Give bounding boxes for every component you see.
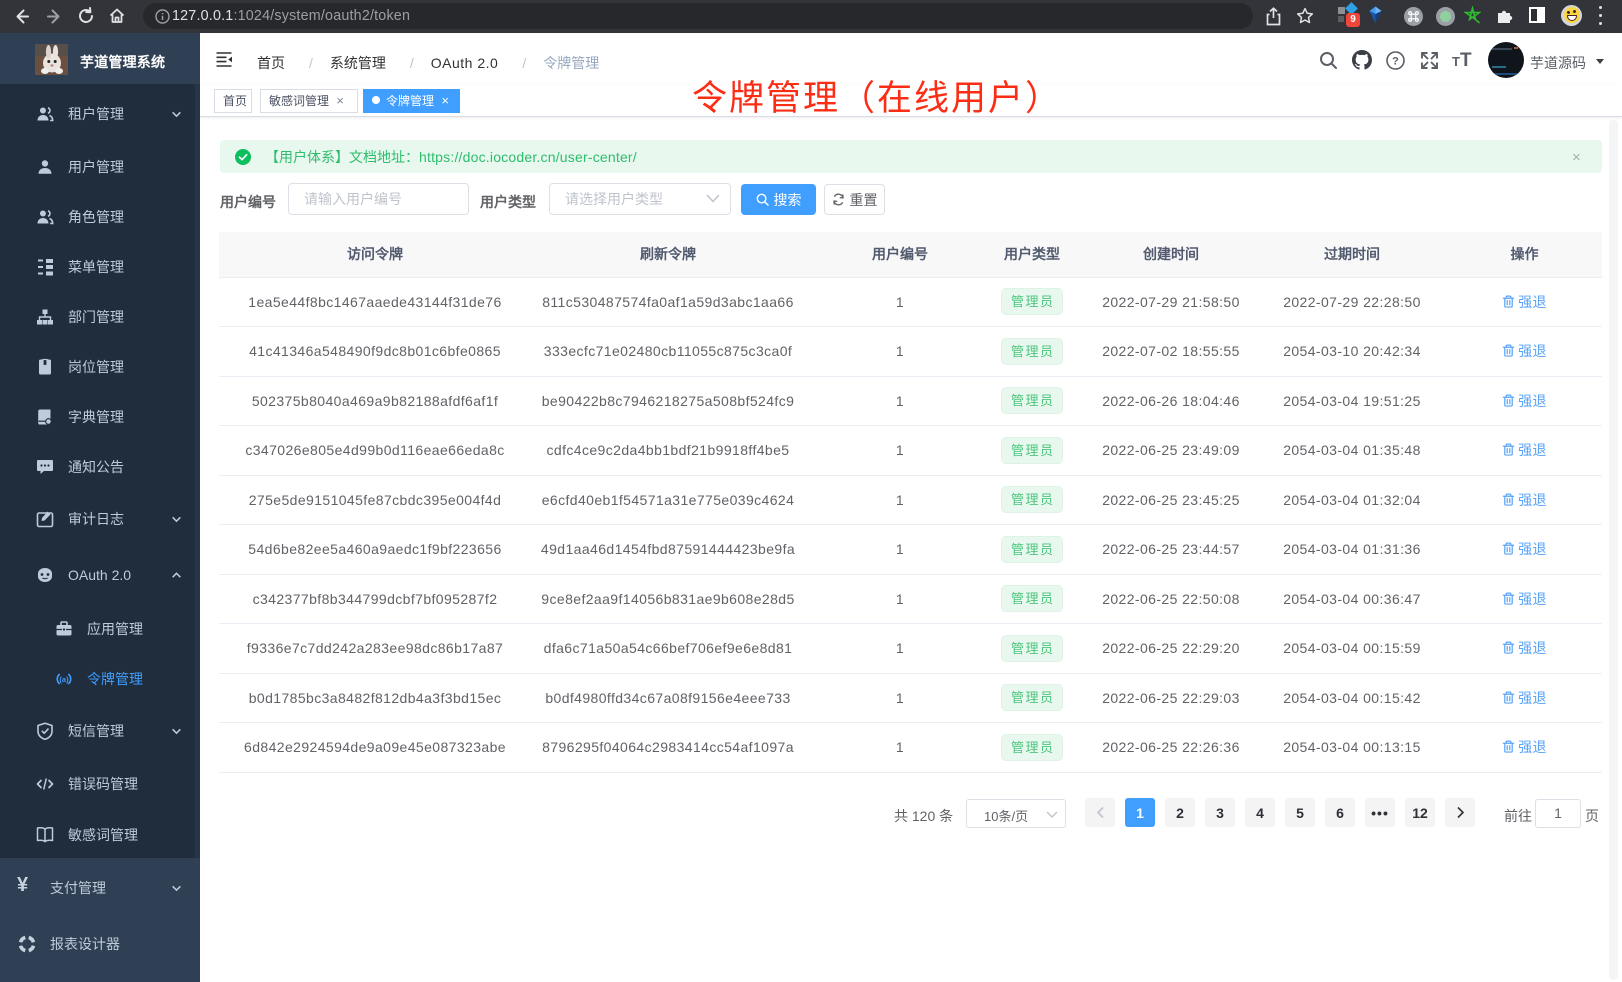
svg-text:(a): (a): [59, 675, 69, 684]
svg-text:?: ?: [1392, 56, 1399, 68]
